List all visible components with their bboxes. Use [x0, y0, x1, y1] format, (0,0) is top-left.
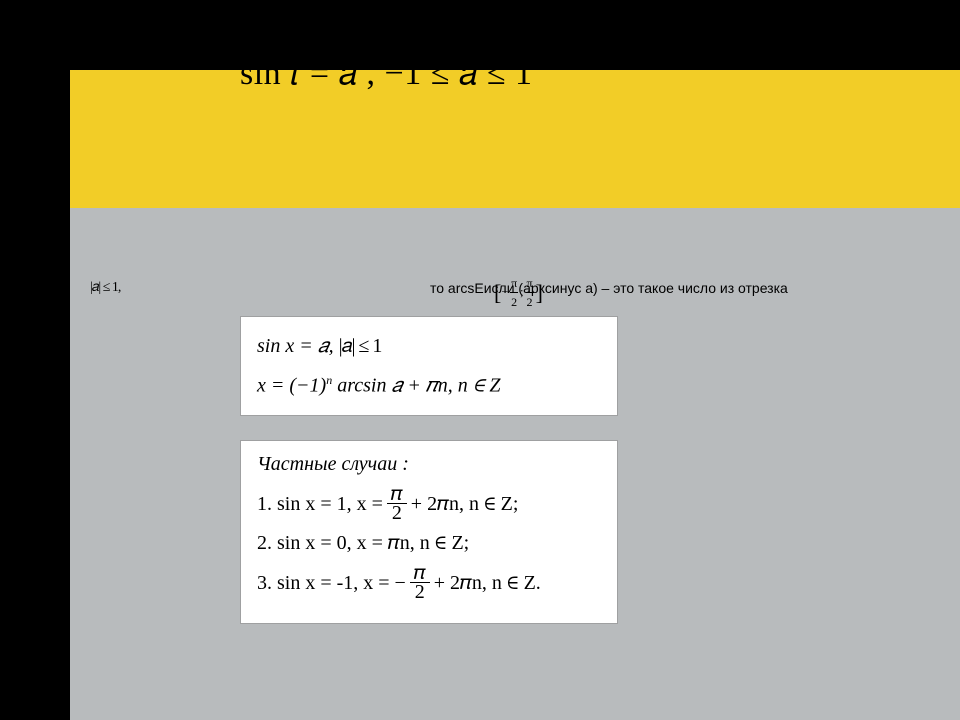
- interval-sep: ;: [520, 284, 523, 298]
- formula-card-1: sin x = 𝑎, |𝑎| ≤ 1 x = (−1)n arcsin 𝑎 + …: [240, 316, 618, 416]
- left-bar-black: [0, 0, 70, 720]
- definition-math: |𝑎| ≤ 1,: [90, 280, 120, 296]
- row3-a: 3. sin x = -1, x = −: [257, 572, 406, 594]
- row3-frac-den: 2: [411, 583, 429, 601]
- title-formula: ^ sin 𝑡 = 𝑎 , −1 ≤ 𝑎 ≤ 1: [240, 55, 533, 93]
- title-formula-text: sin 𝑡 = 𝑎 , −1 ≤ 𝑎 ≤ 1: [240, 55, 533, 92]
- slide: ^ sin 𝑡 = 𝑎 , −1 ≤ 𝑎 ≤ 1 |𝑎| ≤ 1, то arc…: [0, 0, 960, 720]
- frac-num: π: [510, 274, 518, 293]
- row1-frac: 𝜋 2: [387, 485, 407, 522]
- frac-num: π: [526, 274, 534, 293]
- card1-line1: sin x = 𝑎, |𝑎| ≤ 1: [257, 329, 601, 363]
- card1-line2: x = (−1)n arcsin 𝑎 + 𝜋n, n ∈ Z: [257, 363, 601, 403]
- row1-b: + 2𝜋n, n ∈ Z;: [411, 493, 519, 515]
- frac-den: 2: [510, 293, 518, 311]
- row1-frac-den: 2: [388, 504, 406, 522]
- row1-a: 1. sin x = 1, x =: [257, 493, 383, 515]
- card2-row-1: 1. sin x = 1, x = 𝜋 2 + 2𝜋n, n ∈ Z;: [257, 485, 601, 522]
- bracket-close: ]: [536, 282, 543, 304]
- frac-den: 2: [526, 293, 534, 311]
- card1-line2-b: arcsin 𝑎 + 𝜋n, n ∈ Z: [332, 375, 500, 397]
- card2-heading: Частные случаи :: [257, 453, 601, 475]
- formula-card-2: Частные случаи : 1. sin x = 1, x = 𝜋 2 +…: [240, 440, 618, 624]
- row3-b: + 2𝜋n, n ∈ Z.: [434, 572, 541, 594]
- definition-line: |𝑎| ≤ 1, то arcsЕисли (арксинус а) – это…: [90, 280, 900, 308]
- row3-frac: 𝜋 2: [410, 564, 430, 601]
- card1-line1-b: |𝑎| ≤ 1: [339, 335, 382, 357]
- definition-interval: [−π2;π2]: [494, 274, 543, 311]
- card2-row-3: 3. sin x = -1, x = − 𝜋 2 + 2𝜋n, n ∈ Z.: [257, 564, 601, 601]
- card2-row-2: 2. sin x = 0, x = 𝜋n, n ∈ Z;: [257, 532, 601, 554]
- card1-line2-a: x = (−1): [257, 375, 326, 397]
- definition-text: то arcsЕисли (арксинус а) – это такое чи…: [430, 280, 788, 296]
- row2-text: 2. sin x = 0, x = 𝜋n, n ∈ Z;: [257, 532, 469, 554]
- hat-icon: ^: [240, 49, 250, 72]
- definition-abs: |𝑎| ≤ 1,: [90, 280, 120, 295]
- card1-line1-a: sin x = 𝑎,: [257, 335, 339, 357]
- neg-sign: −: [501, 284, 508, 298]
